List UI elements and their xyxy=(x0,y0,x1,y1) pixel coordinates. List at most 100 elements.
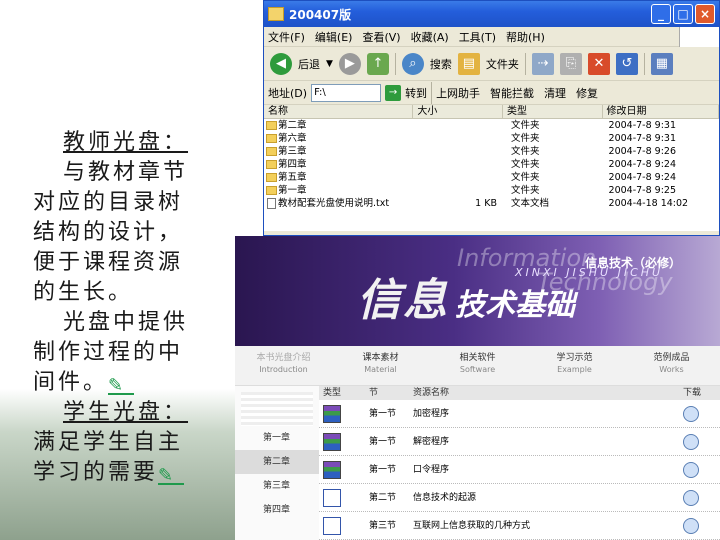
title-bar[interactable]: 200407版 _ □ × xyxy=(264,1,719,27)
windows-logo xyxy=(679,26,719,47)
file-size xyxy=(413,119,503,132)
resource-name-cell[interactable]: 解密程序 xyxy=(409,428,559,455)
slide-line-text: 满足学生自主 xyxy=(33,430,184,455)
sidebar-item[interactable]: 第三章 xyxy=(235,474,319,498)
notepad-icon[interactable]: ✎ xyxy=(158,467,185,485)
go-arrow-icon[interactable]: → xyxy=(385,84,402,101)
site-nav-label-en: Software xyxy=(459,365,496,374)
link-item[interactable]: 修复 xyxy=(576,85,598,101)
slide-line-text: 与教材章节 xyxy=(63,160,189,185)
toolbar: ◀ 后退 ▼ ▶ ↑ ⌕ 搜索 ▤ 文件夹 ⇢ ⎘ ✕ ↺ ▦ xyxy=(264,47,719,81)
slide-line: 教师光盘： xyxy=(33,128,218,158)
delete-icon[interactable]: ✕ xyxy=(587,52,610,75)
menu-item[interactable]: 文件(F) xyxy=(268,29,305,45)
section-cell: 第一节 xyxy=(369,409,397,419)
maximize-button[interactable]: □ xyxy=(673,4,693,24)
column-header[interactable]: 修改日期 xyxy=(603,105,719,118)
file-type: 文件夹 xyxy=(510,185,540,196)
copy-to-icon[interactable]: ⎘ xyxy=(559,52,582,75)
up-folder-icon[interactable]: ↑ xyxy=(366,52,389,75)
blank-cell xyxy=(559,400,679,427)
menu-item[interactable]: 查看(V) xyxy=(362,29,400,45)
search-icon[interactable]: ⌕ xyxy=(401,52,424,75)
file-row[interactable]: 第五章 文件夹 2004-7-8 9:24 xyxy=(264,171,719,184)
site-nav-label-en: Material xyxy=(364,365,397,374)
slide-line-text: 结构的设计， xyxy=(33,220,184,245)
toolbar-separator xyxy=(394,52,396,75)
sidebar-item[interactable]: 第一章 xyxy=(235,426,319,450)
menu-item[interactable]: 帮助(H) xyxy=(506,29,545,45)
link-item[interactable]: 上网助手 xyxy=(436,85,480,101)
table-body: 第一节 加密程序 第一节 解密程序 第一节 口令程序 第二节 信息技术的起源 第三节 互联网上信息… xyxy=(319,400,720,540)
download-icon[interactable] xyxy=(683,489,699,506)
type-cell xyxy=(319,428,365,455)
site-nav-item[interactable]: 课本素材 Material xyxy=(332,346,429,385)
column-header[interactable]: 大小 xyxy=(413,105,503,118)
menu-item[interactable]: 工具(T) xyxy=(459,29,496,45)
resource-table: 类型节资源名称 下载 第一节 加密程序 第一节 解密程序 第一节 口令程序 第二节 信息技术的起… xyxy=(319,386,720,540)
link-item[interactable]: 清理 xyxy=(544,85,566,101)
resource-name-cell[interactable]: 互联网上信息获取的几种方式 xyxy=(409,512,559,539)
slide-line-text: 对应的目录树 xyxy=(33,190,184,215)
type-cell xyxy=(319,456,365,483)
notepad-icon[interactable]: ✎ xyxy=(108,377,135,395)
file-type: 文件夹 xyxy=(510,133,540,144)
resource-name-cell[interactable]: 加密程序 xyxy=(409,400,559,427)
column-header[interactable]: 名称 xyxy=(264,105,414,118)
dropdown-arrow-icon[interactable]: ▼ xyxy=(326,59,333,69)
file-type: 文件夹 xyxy=(510,146,540,157)
undo-icon[interactable]: ↺ xyxy=(615,52,638,75)
sidebar-item[interactable]: 第四章 xyxy=(235,498,319,522)
file-row[interactable]: 第三章 文件夹 2004-7-8 9:26 xyxy=(264,145,719,158)
file-row[interactable]: 第四章 文件夹 2004-7-8 9:24 xyxy=(264,158,719,171)
go-button-label[interactable]: 转到 xyxy=(405,85,427,101)
site-nav-item[interactable]: 范例成品 Works xyxy=(623,346,720,385)
minimize-button[interactable]: _ xyxy=(651,4,671,24)
table-row: 第三节 互联网上信息获取的几种方式 xyxy=(319,512,720,540)
sidebar-item[interactable]: 第二章 xyxy=(235,450,319,474)
slide-line: 对应的目录树 xyxy=(33,188,218,218)
link-item[interactable]: 智能拦截 xyxy=(490,85,534,101)
download-icon[interactable] xyxy=(683,461,699,478)
close-button[interactable]: × xyxy=(695,4,715,24)
file-name-text: 第三章 xyxy=(278,146,307,157)
download-icon[interactable] xyxy=(683,517,699,534)
file-name-text: 第二章 xyxy=(278,120,307,131)
menu-item[interactable]: 编辑(E) xyxy=(315,29,353,45)
resource-name-cell[interactable]: 口令程序 xyxy=(409,456,559,483)
back-button-label[interactable]: 后退 xyxy=(298,56,320,72)
section-cell: 第一节 xyxy=(369,437,397,447)
file-row[interactable]: 第六章 文件夹 2004-7-8 9:31 xyxy=(264,132,719,145)
views-icon[interactable]: ▦ xyxy=(650,52,673,75)
move-to-icon[interactable]: ⇢ xyxy=(531,52,554,75)
blank-cell xyxy=(559,428,679,455)
table-row: 第一节 解密程序 xyxy=(319,428,720,456)
column-header[interactable]: 类型 xyxy=(503,105,603,118)
site-nav: 本书光盘介绍 Introduction 课本素材 Material 相关软件 Softwa… xyxy=(235,346,720,386)
folder-icon xyxy=(266,160,277,169)
folder-icon xyxy=(266,173,277,182)
search-button-label[interactable]: 搜索 xyxy=(430,56,452,72)
site-nav-item[interactable]: 学习示范 Example xyxy=(526,346,623,385)
folders-icon[interactable]: ▤ xyxy=(457,52,480,75)
toolbar-separator xyxy=(431,81,433,104)
back-arrow-icon[interactable]: ◀ xyxy=(270,52,292,75)
folders-button-label[interactable]: 文件夹 xyxy=(486,56,519,72)
section-cell: 第一节 xyxy=(369,465,397,475)
file-row[interactable]: 第二章 文件夹 2004-7-8 9:31 xyxy=(264,119,719,132)
site-nav-label: 本书光盘介绍 xyxy=(256,353,311,363)
address-input[interactable]: F:\ xyxy=(311,83,382,102)
slide-line-text: 制作过程的中 xyxy=(33,340,184,365)
site-nav-item[interactable]: 相关软件 Software xyxy=(429,346,526,385)
file-row[interactable]: 教材配套光盘使用说明.txt 1 KB 文本文档 2004-4-18 14:02 xyxy=(264,197,719,210)
file-row[interactable]: 第一章 文件夹 2004-7-8 9:25 xyxy=(264,184,719,197)
download-cell xyxy=(679,512,719,539)
menu-item[interactable]: 收藏(A) xyxy=(411,29,449,45)
folder-icon xyxy=(268,7,284,21)
download-icon[interactable] xyxy=(683,433,699,450)
site-nav-item[interactable]: 本书光盘介绍 Introduction xyxy=(235,346,332,385)
forward-arrow-icon[interactable]: ▶ xyxy=(338,52,361,75)
download-icon[interactable] xyxy=(683,405,699,422)
resource-name-cell[interactable]: 信息技术的起源 xyxy=(409,484,559,511)
table-header-cell: 资源名称 xyxy=(413,388,450,398)
